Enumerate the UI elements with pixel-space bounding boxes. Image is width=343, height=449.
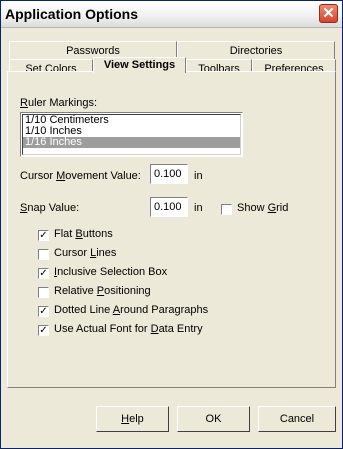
ruler-markings-listbox[interactable]: 1/10 Centimeters 1/10 Inches 1/16 Inches [20,112,243,157]
relative-positioning-label: Relative Positioning [54,285,151,297]
tab-view-settings[interactable]: View Settings [93,57,186,73]
cursor-movement-label: Cursor Movement Value: [20,170,141,182]
flat-buttons-label: Flat Buttons [54,228,113,240]
ruler-markings-label: Ruler Markings: [20,97,98,109]
close-icon[interactable]: ✕ [319,4,338,23]
flat-buttons-checkbox[interactable]: ✓ [38,230,49,241]
snap-value-label: Snap Value: [20,202,80,214]
cancel-button[interactable]: Cancel [258,406,336,432]
inclusive-selection-box-checkbox[interactable]: ✓ [38,268,49,279]
snap-value-input[interactable]: 0.100 [150,197,188,217]
show-grid-checkbox[interactable] [221,204,232,215]
window-title: Application Options [5,6,138,22]
use-actual-font-label: Use Actual Font for Data Entry [54,323,203,335]
cursor-movement-input[interactable]: 0.100 [150,164,188,184]
inclusive-selection-box-label: Inclusive Selection Box [54,266,168,278]
application-options-window: Application Options ✕ Passwords Director… [0,0,343,449]
list-item-selected[interactable]: 1/16 Inches [23,137,240,148]
use-actual-font-checkbox[interactable]: ✓ [38,325,49,336]
title-bar[interactable]: Application Options ✕ [1,1,342,28]
cursor-movement-unit: in [194,170,203,182]
tab-directories[interactable]: Directories [177,41,335,61]
ok-button[interactable]: OK [177,406,250,432]
snap-value-unit: in [194,202,203,214]
help-button[interactable]: Help [96,406,169,432]
cursor-lines-checkbox[interactable] [38,249,49,260]
show-grid-label: Show Grid [237,202,289,214]
cursor-lines-label: Cursor Lines [54,247,117,259]
dotted-line-label: Dotted Line Around Paragraphs [54,304,209,316]
dotted-line-checkbox[interactable]: ✓ [38,306,49,317]
relative-positioning-checkbox[interactable] [38,287,49,298]
